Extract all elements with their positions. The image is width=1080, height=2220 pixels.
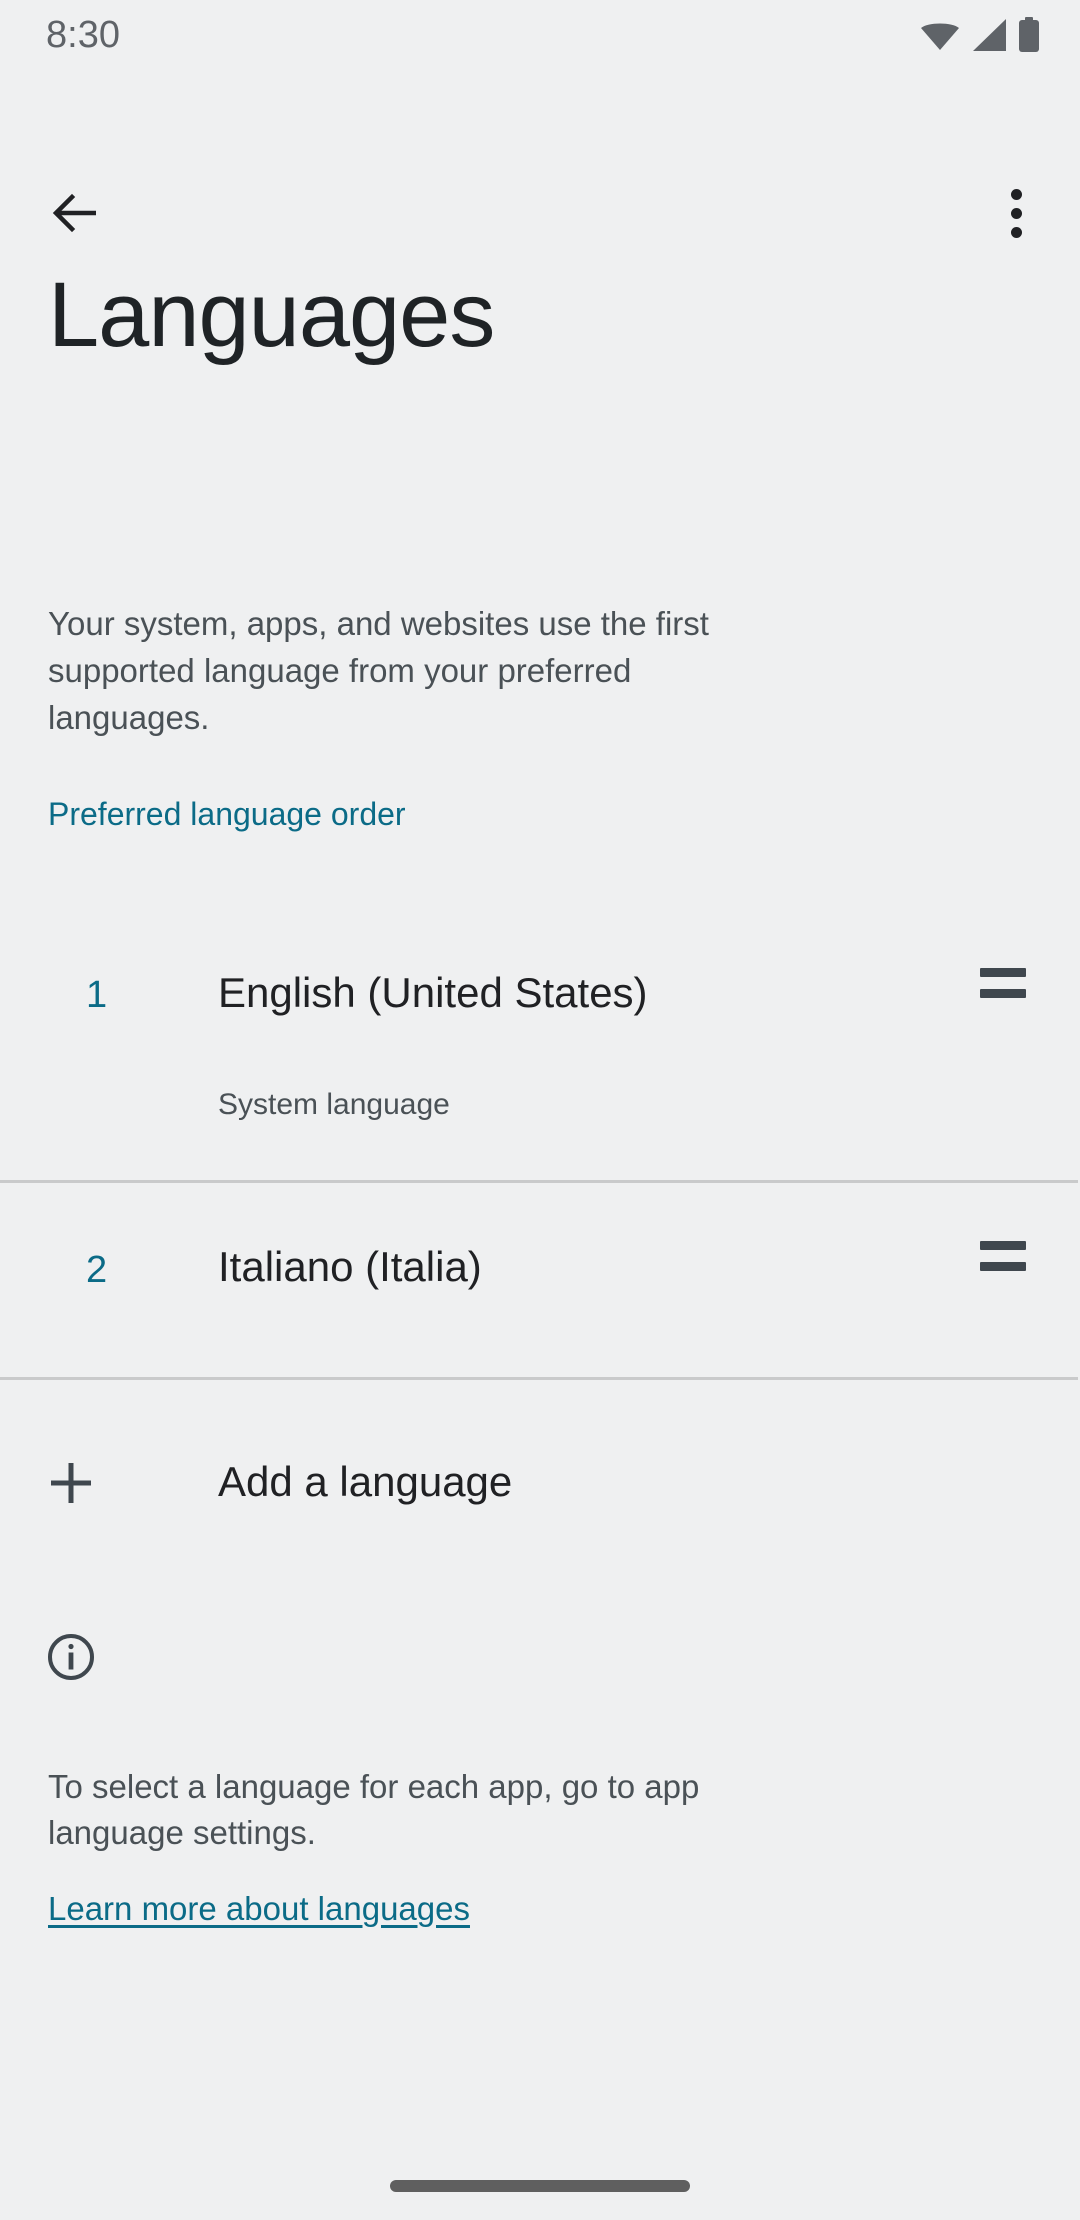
plus-icon <box>46 1458 96 1508</box>
page-description: Your system, apps, and websites use the … <box>48 605 709 736</box>
preferred-language-order-header: Preferred language order <box>48 796 406 832</box>
status-bar-clock: 8:30 <box>46 14 120 56</box>
language-name: English (United States) <box>218 969 648 1016</box>
status-bar-icons <box>920 14 1040 56</box>
footer-description: To select a language for each app, go to… <box>48 1768 700 1851</box>
back-arrow-icon <box>52 189 100 237</box>
home-gesture-indicator[interactable] <box>390 2180 690 2192</box>
action-bar <box>0 70 1080 238</box>
overflow-menu-icon <box>1010 188 1022 200</box>
learn-more-link[interactable]: Learn more about languages <box>48 1888 470 1930</box>
drag-handle-bar-top <box>980 1241 1026 1250</box>
battery-icon <box>1018 17 1040 53</box>
status-bar: 8:30 <box>0 0 1080 70</box>
language-list-item-english[interactable]: 1 English (United States) System languag… <box>0 880 1080 1180</box>
overflow-menu-icon-dot2 <box>1010 207 1022 219</box>
drag-handle-bar-bottom <box>980 989 1026 998</box>
page-title: Languages <box>48 264 495 366</box>
language-order-number: 2 <box>86 1249 108 1291</box>
drag-handle-icon[interactable] <box>980 1241 1028 1271</box>
language-order-number: 1 <box>86 974 108 1016</box>
add-language-label: Add a language <box>218 1458 513 1505</box>
list-divider-bottom <box>0 1377 1078 1380</box>
language-subtitle: System language <box>218 1088 450 1121</box>
overflow-menu-icon-dot3 <box>1010 226 1022 238</box>
cellular-signal-icon <box>970 18 1008 52</box>
back-button[interactable] <box>30 167 122 259</box>
info-icon <box>46 1632 96 1682</box>
drag-handle-bar-bottom <box>980 1262 1026 1271</box>
language-list: 1 English (United States) System languag… <box>0 880 1080 1378</box>
language-name: Italiano (Italia) <box>218 1243 482 1290</box>
wifi-icon <box>920 19 960 51</box>
overflow-menu-button[interactable] <box>970 167 1062 259</box>
add-language-button[interactable]: Add a language <box>0 1400 1080 1566</box>
languages-settings-screen: 8:30 Languages Your system, apps, and we… <box>0 0 1080 2220</box>
drag-handle-icon[interactable] <box>980 968 1028 998</box>
list-divider-top <box>0 1180 1078 1183</box>
language-list-item-italiano[interactable]: 2 Italiano (Italia) <box>0 1180 1080 1378</box>
drag-handle-bar-top <box>980 968 1026 977</box>
